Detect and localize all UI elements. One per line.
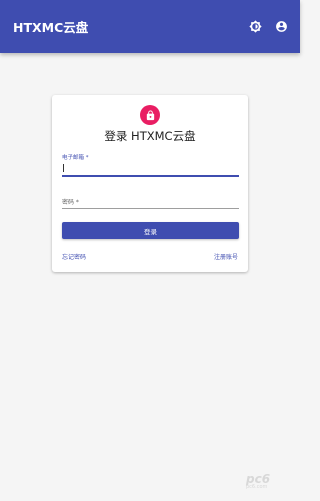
app-title: HTXMC云盘 (13, 20, 89, 35)
password-underline (62, 208, 239, 209)
email-underline (62, 175, 239, 177)
account-circle-icon[interactable] (274, 20, 288, 34)
email-field[interactable] (62, 161, 239, 175)
forgot-password-link[interactable]: 忘记密码 (62, 252, 86, 261)
login-title: 登录 HTXMC云盘 (104, 129, 196, 143)
login-button[interactable]: 登录 (62, 222, 239, 239)
watermark-subtext: pc6.com (246, 484, 268, 490)
watermark-logo: pc6 pc6.com (246, 472, 270, 490)
brightness-icon[interactable] (248, 20, 262, 34)
text-caret (63, 164, 64, 172)
register-link[interactable]: 注册账号 (214, 252, 238, 261)
email-label: 电子邮箱 * (62, 155, 89, 161)
password-field[interactable] (62, 195, 239, 209)
lock-icon (140, 105, 160, 125)
login-card: 登录 HTXMC云盘 电子邮箱 * 密码 * 登录 忘记密码 注册账号 (52, 95, 248, 272)
app-bar: HTXMC云盘 (0, 0, 300, 53)
